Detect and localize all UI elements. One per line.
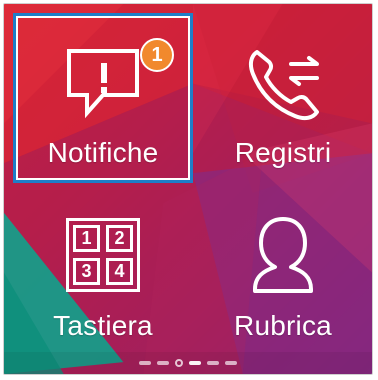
notification-badge: 1: [140, 38, 174, 72]
tile-rubrica[interactable]: Rubrica: [193, 186, 372, 356]
tile-tastiera-label: Tastiera: [53, 310, 153, 341]
page-dot[interactable]: [207, 361, 219, 365]
page-dot[interactable]: [139, 361, 151, 365]
tile-registri-label: Registri: [234, 137, 332, 168]
call-log-icon: [248, 50, 319, 121]
keypad-key: 2: [106, 225, 133, 252]
alert-speech-bubble-icon: [67, 49, 139, 119]
tile-notifiche[interactable]: 1 Notifiche: [13, 13, 193, 183]
keypad-icon-wrap: 1 2 3 4: [13, 200, 193, 310]
page-indicator[interactable]: [4, 352, 372, 374]
home-dot[interactable]: [175, 359, 183, 367]
page-dot[interactable]: [225, 361, 237, 365]
tile-registri[interactable]: Registri: [193, 13, 372, 183]
launcher-screen: 1 Notifiche Registri 1 2 3 4 Tastiera Ru…: [3, 3, 373, 375]
keypad-key: 4: [106, 258, 133, 285]
page-dot[interactable]: [157, 361, 169, 365]
contacts-icon-wrap: [193, 200, 372, 310]
tile-tastiera[interactable]: 1 2 3 4 Tastiera: [13, 186, 193, 356]
contacts-person-icon: [253, 217, 313, 293]
tile-rubrica-label: Rubrica: [234, 310, 332, 341]
page-dot-active[interactable]: [189, 361, 201, 365]
keypad-key: 3: [73, 258, 100, 285]
call-log-icon-wrap: [193, 27, 372, 137]
tile-notifiche-label: Notifiche: [47, 137, 159, 168]
keypad-icon: 1 2 3 4: [66, 218, 140, 292]
keypad-key: 1: [73, 225, 100, 252]
